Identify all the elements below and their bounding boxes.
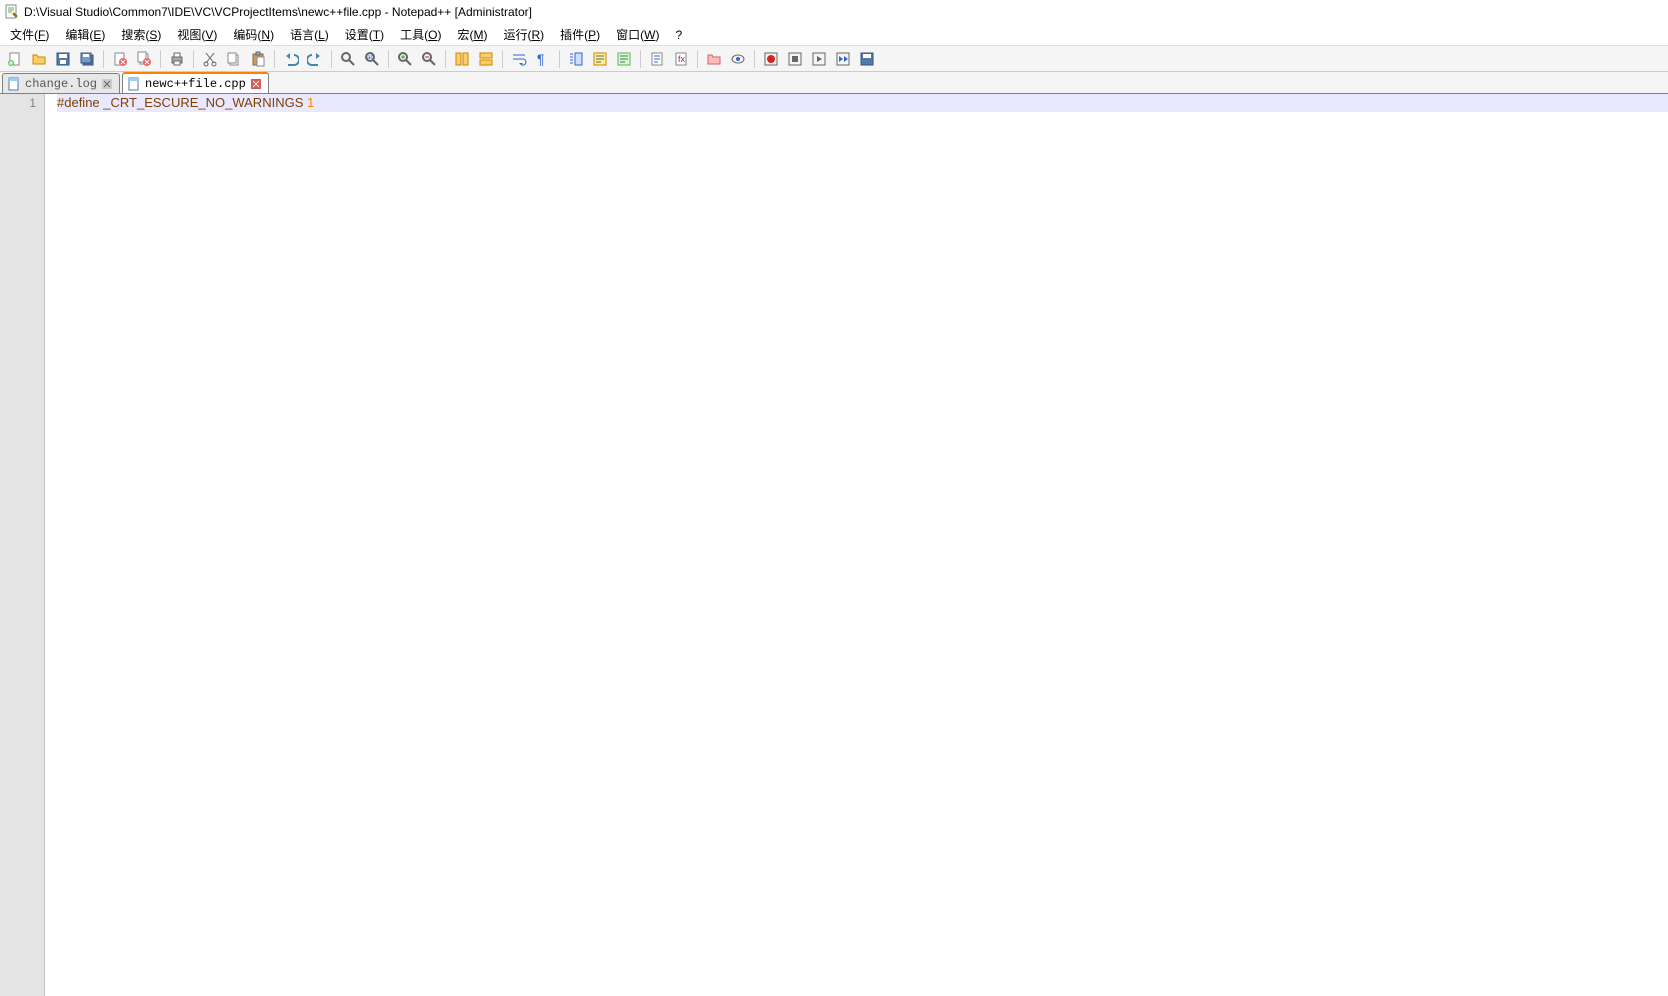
close-file-button[interactable] — [109, 48, 131, 70]
save-macro-button[interactable] — [856, 48, 878, 70]
separator — [697, 50, 698, 68]
sync-vertical-button[interactable] — [451, 48, 473, 70]
separator — [160, 50, 161, 68]
redo-button[interactable] — [304, 48, 326, 70]
new-file-button[interactable] — [4, 48, 26, 70]
line-number: 1 — [0, 96, 36, 110]
play-macro-button[interactable] — [808, 48, 830, 70]
preprocessor-token: #define — [57, 94, 100, 112]
sync-horizontal-button[interactable] — [475, 48, 497, 70]
tab-newc-file[interactable]: newc++file.cpp — [122, 72, 269, 93]
copy-button[interactable] — [223, 48, 245, 70]
app-icon — [4, 4, 20, 20]
file-icon — [7, 77, 21, 91]
menu-window[interactable]: 窗口(W) — [608, 24, 667, 45]
tab-label: change.log — [25, 77, 97, 91]
save-all-button[interactable] — [76, 48, 98, 70]
function-list-button[interactable]: fx — [670, 48, 692, 70]
print-button[interactable] — [166, 48, 188, 70]
gutter: 1 — [0, 94, 45, 996]
zoom-out-button[interactable] — [418, 48, 440, 70]
find-replace-button[interactable]: ab — [361, 48, 383, 70]
window-title: D:\Visual Studio\Common7\IDE\VC\VCProjec… — [24, 5, 532, 19]
macro-name-token: _CRT_ESCURE_NO_WARNINGS — [100, 94, 307, 112]
code-view[interactable]: #define _CRT_ESCURE_NO_WARNINGS 1 — [45, 94, 1668, 996]
menu-macro[interactable]: 宏(M) — [449, 24, 495, 45]
menu-language[interactable]: 语言(L) — [282, 24, 337, 45]
close-icon[interactable] — [250, 78, 262, 90]
menu-view[interactable]: 视图(V) — [169, 24, 225, 45]
svg-text:¶: ¶ — [537, 51, 545, 67]
menu-help[interactable]: ? — [667, 26, 690, 44]
undo-button[interactable] — [280, 48, 302, 70]
file-icon — [127, 77, 141, 91]
menu-encoding[interactable]: 编码(N) — [225, 24, 282, 45]
separator — [502, 50, 503, 68]
menu-search[interactable]: 搜索(S) — [113, 24, 169, 45]
record-macro-button[interactable] — [760, 48, 782, 70]
separator — [103, 50, 104, 68]
separator — [193, 50, 194, 68]
stop-macro-button[interactable] — [784, 48, 806, 70]
paste-button[interactable] — [247, 48, 269, 70]
menu-tools[interactable]: 工具(O) — [392, 24, 449, 45]
separator — [640, 50, 641, 68]
separator — [274, 50, 275, 68]
separator — [559, 50, 560, 68]
show-symbols-button[interactable]: ¶ — [532, 48, 554, 70]
zoom-in-button[interactable] — [394, 48, 416, 70]
menu-plugins[interactable]: 插件(P) — [552, 24, 608, 45]
svg-text:ab: ab — [367, 55, 374, 61]
menu-settings[interactable]: 设置(T) — [337, 24, 392, 45]
cut-button[interactable] — [199, 48, 221, 70]
monitor-button[interactable] — [727, 48, 749, 70]
close-icon[interactable] — [101, 78, 113, 90]
separator — [331, 50, 332, 68]
menu-file[interactable]: 文件(F) — [2, 24, 57, 45]
number-token: 1 — [307, 94, 314, 112]
editor-area: 1 #define _CRT_ESCURE_NO_WARNINGS 1 — [0, 94, 1668, 996]
code-line: #define _CRT_ESCURE_NO_WARNINGS 1 — [57, 94, 1668, 112]
play-multi-button[interactable] — [832, 48, 854, 70]
open-file-button[interactable] — [28, 48, 50, 70]
toolbar: ab ¶ fx — [0, 46, 1668, 72]
doc-map-button[interactable] — [613, 48, 635, 70]
tab-change-log[interactable]: change.log — [2, 73, 120, 93]
menu-run[interactable]: 运行(R) — [495, 24, 552, 45]
user-lang-button[interactable] — [589, 48, 611, 70]
separator — [754, 50, 755, 68]
titlebar: D:\Visual Studio\Common7\IDE\VC\VCProjec… — [0, 0, 1668, 24]
svg-text:fx: fx — [678, 54, 686, 64]
doc-list-button[interactable] — [646, 48, 668, 70]
menubar: 文件(F) 编辑(E) 搜索(S) 视图(V) 编码(N) 语言(L) 设置(T… — [0, 24, 1668, 46]
close-all-button[interactable] — [133, 48, 155, 70]
indent-guide-button[interactable] — [565, 48, 587, 70]
menu-edit[interactable]: 编辑(E) — [57, 24, 113, 45]
separator — [388, 50, 389, 68]
tab-label: newc++file.cpp — [145, 77, 246, 91]
save-file-button[interactable] — [52, 48, 74, 70]
folder-workspace-button[interactable] — [703, 48, 725, 70]
separator — [445, 50, 446, 68]
word-wrap-button[interactable] — [508, 48, 530, 70]
tabbar: change.log newc++file.cpp — [0, 72, 1668, 94]
find-button[interactable] — [337, 48, 359, 70]
